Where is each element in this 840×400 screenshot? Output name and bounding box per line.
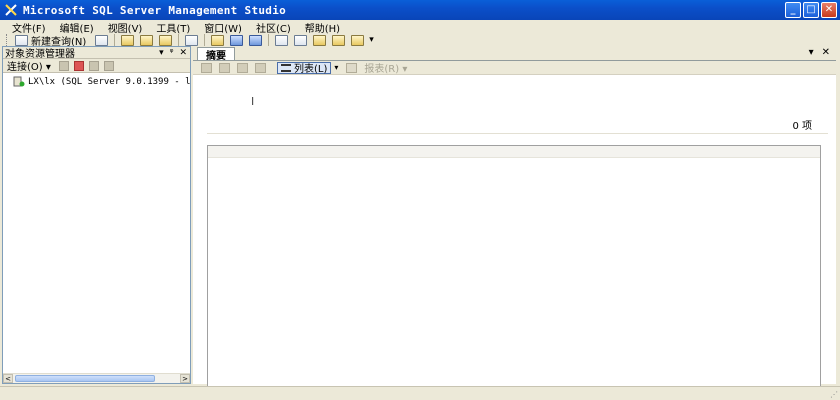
title-bar: Microsoft SQL Server Management Studio _… — [0, 0, 840, 20]
report-button[interactable]: 报表(R) ▾ — [346, 60, 407, 75]
filter-icon[interactable] — [255, 62, 266, 73]
summary-body: 列表(L) ▾ 报表(R) ▾ I 0 项 — [193, 60, 836, 387]
server-node[interactable]: LX\lx (SQL Server 9.0.1399 - l — [13, 76, 190, 87]
menu-bar: 文件(F) 编辑(E) 视图(V) 工具(T) 窗口(W) 社区(C) 帮助(H… — [0, 20, 840, 35]
toolbar-separator — [204, 34, 206, 46]
properties-icon[interactable] — [332, 34, 346, 46]
list-view-label: 列表(L) — [294, 64, 328, 75]
pin-icon[interactable]: ᵠ — [170, 48, 174, 58]
toolbar-separator — [178, 34, 180, 46]
xmla-query-icon[interactable] — [185, 34, 199, 46]
sync-icon[interactable] — [219, 62, 230, 73]
summary-toolbar: 列表(L) ▾ 报表(R) ▾ — [193, 61, 836, 75]
document-tab-bar: 摘要 ▾ ✕ — [193, 46, 836, 62]
filter-icon[interactable] — [103, 60, 114, 71]
object-explorer-icon[interactable] — [294, 34, 308, 46]
list-icon — [281, 63, 291, 72]
stop-icon[interactable] — [73, 60, 84, 71]
refresh-icon[interactable] — [237, 62, 248, 73]
tab-close-icon[interactable]: ✕ — [822, 47, 830, 58]
toolbar-overflow-icon[interactable]: ▾ — [369, 35, 374, 45]
close-button[interactable]: ✕ — [821, 2, 837, 18]
minimize-button[interactable]: _ — [785, 2, 801, 18]
pane-close-icon[interactable]: ✕ — [179, 48, 187, 58]
report-icon — [346, 62, 358, 73]
server-icon — [13, 76, 25, 87]
resize-grip-icon[interactable]: ⋰ — [830, 390, 838, 399]
save-all-icon[interactable] — [249, 34, 263, 46]
list-view-dropdown-icon[interactable]: ▾ — [334, 63, 338, 72]
ssms-app-icon[interactable] — [3, 2, 19, 18]
toolbox-icon[interactable] — [351, 34, 365, 46]
list-view-button[interactable]: 列表(L) — [277, 61, 332, 75]
refresh-icon[interactable] — [88, 60, 99, 71]
window-title: Microsoft SQL Server Management Studio — [23, 3, 287, 17]
disconnect-icon[interactable] — [58, 60, 69, 71]
connect-button[interactable]: 连接(O) ▾ — [7, 58, 51, 73]
tab-dropdown-icon[interactable]: ▾ — [809, 47, 814, 58]
server-node-label: LX\lx (SQL Server 9.0.1399 - l — [28, 76, 190, 87]
standard-toolbar: 新建查询(N) ▾ — [0, 33, 840, 48]
up-level-icon[interactable] — [201, 62, 212, 73]
toolbar-separator — [114, 34, 116, 46]
object-explorer-toolbar: 连接(O) ▾ — [3, 59, 190, 73]
summary-pane: 摘要 ▾ ✕ 列表(L) ▾ 报表(R) ▾ I 0 项 — [193, 46, 836, 387]
divider — [207, 133, 828, 134]
horizontal-scrollbar[interactable]: < > — [3, 373, 190, 383]
item-count: 0 项 — [792, 121, 812, 132]
analysis-services-query-icon[interactable] — [140, 34, 154, 46]
open-folder-icon[interactable] — [211, 34, 225, 46]
pane-dropdown-icon[interactable]: ▾ — [159, 48, 164, 58]
status-bar: ⋰ — [0, 386, 840, 400]
list-header — [208, 146, 820, 158]
object-explorer-tree: LX\lx (SQL Server 9.0.1399 - l — [3, 73, 190, 87]
maximize-button[interactable]: □ — [803, 2, 819, 18]
window-controls: _ □ ✕ — [785, 2, 837, 18]
database-engine-query-icon[interactable] — [121, 34, 135, 46]
text-cursor-icon: I — [251, 95, 255, 108]
scroll-left-icon[interactable]: < — [3, 374, 13, 383]
tab-summary[interactable]: 摘要 — [197, 47, 235, 62]
template-explorer-icon[interactable] — [313, 34, 327, 46]
scroll-thumb[interactable] — [15, 375, 155, 382]
toolbar-separator — [268, 34, 270, 46]
scroll-right-icon[interactable]: > — [180, 374, 190, 383]
object-explorer-pane: 对象资源管理器 ▾ ᵠ ✕ 连接(O) ▾ LX\lx (SQL Server … — [2, 46, 191, 384]
save-icon[interactable] — [230, 34, 244, 46]
new-query-icon — [15, 34, 28, 46]
new-file-icon[interactable] — [95, 34, 109, 46]
summary-list[interactable] — [207, 145, 821, 387]
mdx-query-icon[interactable] — [159, 34, 173, 46]
report-label: 报表(R) ▾ — [364, 64, 408, 75]
registered-servers-icon[interactable] — [275, 34, 289, 46]
